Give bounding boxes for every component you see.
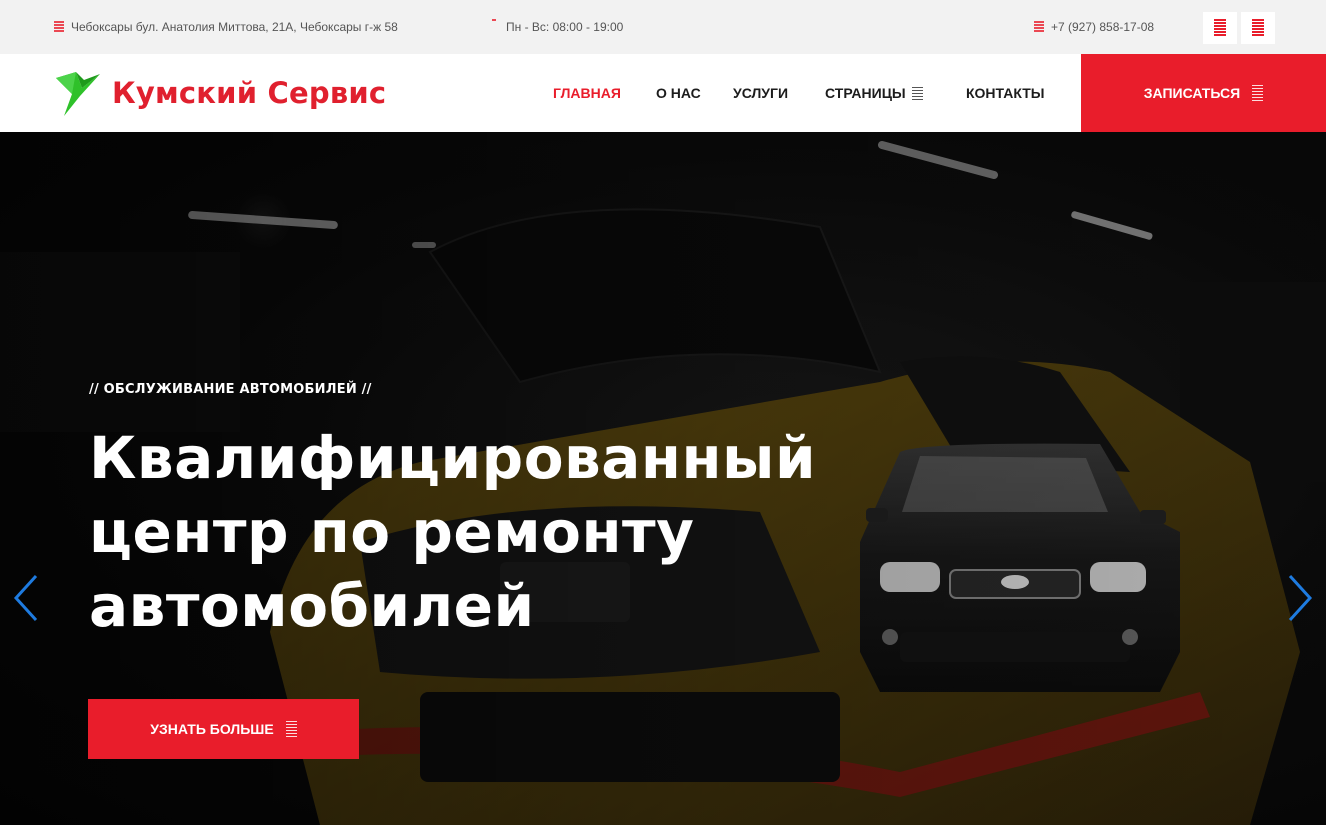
hero-title-line: автомобилей xyxy=(89,572,535,640)
social-link-2[interactable] xyxy=(1241,12,1275,44)
nav-item-services[interactable]: УСЛУГИ xyxy=(733,54,788,132)
nav-item-contacts[interactable]: КОНТАКТЫ xyxy=(966,54,1044,132)
map-marker-icon xyxy=(54,21,64,33)
nav-item-pages-label: СТРАНИЦЫ xyxy=(825,85,906,101)
hero-title: Квалифицированный центр по ремонту автом… xyxy=(89,421,909,643)
arrow-right-icon xyxy=(1252,85,1264,101)
clock-icon xyxy=(492,19,496,21)
address-text: Чебоксары бул. Анатолия Миттова, 21А, Че… xyxy=(71,20,398,34)
chevron-right-icon xyxy=(1288,574,1313,622)
book-appointment-button[interactable]: ЗАПИСАТЬСЯ xyxy=(1081,54,1326,132)
phone-icon xyxy=(1034,21,1044,33)
hero-content: // ОБСЛУЖИВАНИЕ АВТОМОБИЛЕЙ // Квалифици… xyxy=(89,382,909,643)
social-link-1[interactable] xyxy=(1203,12,1237,44)
nav-item-home[interactable]: ГЛАВНАЯ xyxy=(553,54,621,132)
hours-text: Пн - Вс: 08:00 - 19:00 xyxy=(506,20,624,34)
top-info-bar: Чебоксары бул. Анатолия Миттова, 21А, Че… xyxy=(0,0,1326,54)
phone-info[interactable]: +7 (927) 858-17-08 xyxy=(1034,0,1154,54)
site-header: Кумский Сервис ГЛАВНАЯ О НАС УСЛУГИ СТРА… xyxy=(0,54,1326,132)
slider-prev-button[interactable] xyxy=(12,572,42,624)
dropdown-icon xyxy=(911,86,923,100)
address-info: Чебоксары бул. Анатолия Миттова, 21А, Че… xyxy=(54,0,398,54)
arrow-right-icon xyxy=(285,721,297,737)
learn-more-button[interactable]: УЗНАТЬ БОЛЬШЕ xyxy=(88,699,359,759)
slider-next-button[interactable] xyxy=(1284,572,1314,624)
social-icon xyxy=(1214,19,1226,37)
hero-eyebrow: // ОБСЛУЖИВАНИЕ АВТОМОБИЛЕЙ // xyxy=(89,382,372,397)
nav-item-about[interactable]: О НАС xyxy=(656,54,701,132)
social-icon xyxy=(1252,19,1264,37)
phone-text[interactable]: +7 (927) 858-17-08 xyxy=(1051,20,1154,34)
bird-logo-icon xyxy=(56,72,100,116)
hours-info: Пн - Вс: 08:00 - 19:00 xyxy=(492,0,623,54)
book-appointment-label: ЗАПИСАТЬСЯ xyxy=(1143,85,1241,101)
hero-slider: // ОБСЛУЖИВАНИЕ АВТОМОБИЛЕЙ // Квалифици… xyxy=(0,132,1326,825)
hero-title-line: Квалифицированный xyxy=(89,424,817,492)
chevron-left-icon xyxy=(13,574,38,622)
logo[interactable]: Кумский Сервис xyxy=(54,66,386,120)
hero-title-line: центр по ремонту xyxy=(89,498,695,566)
nav-item-pages[interactable]: СТРАНИЦЫ xyxy=(825,54,923,132)
learn-more-label: УЗНАТЬ БОЛЬШЕ xyxy=(150,721,274,737)
logo-text: Кумский Сервис xyxy=(112,76,387,110)
